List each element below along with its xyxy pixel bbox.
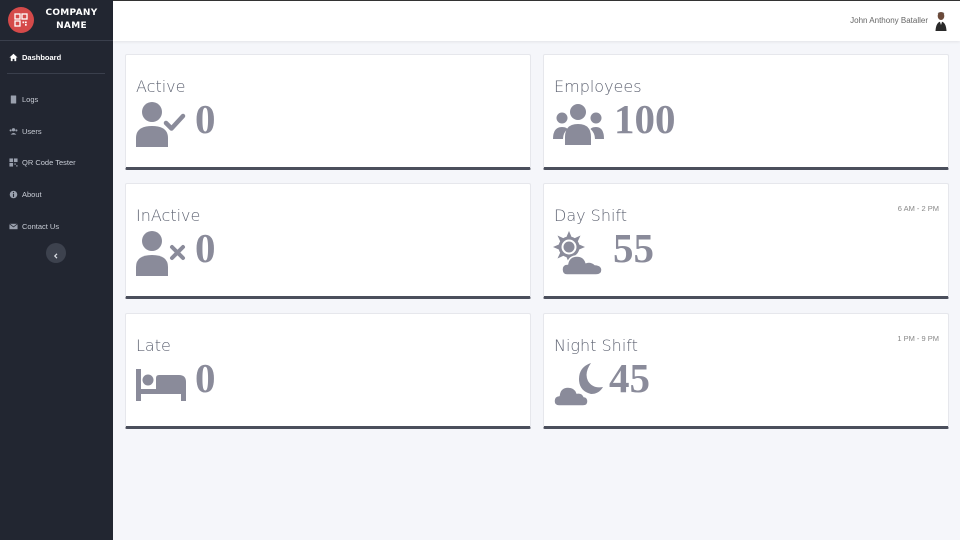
qr-code-icon — [9, 158, 18, 167]
sidebar: COMPANY NAME Dashboard Logs Users QR Cod… — [0, 0, 113, 540]
file-icon — [9, 95, 18, 104]
chevron-left-icon — [53, 244, 59, 263]
sidebar-item-label: QR Code Tester — [22, 158, 76, 167]
sidebar-item-users[interactable]: Users — [9, 127, 42, 136]
card-inactive: InActive 0 — [125, 183, 531, 299]
users-icon — [9, 127, 18, 136]
sidebar-item-label: About — [22, 190, 42, 199]
card-value: 55 — [613, 225, 654, 271]
shift-time: 6 AM - 2 PM — [897, 204, 939, 213]
card-title: Night Shift — [554, 336, 638, 355]
card-title: Day Shift — [554, 206, 628, 225]
qr-code-icon — [8, 7, 34, 33]
card-title: Late — [136, 336, 171, 355]
card-value: 100 — [614, 96, 676, 142]
card-day-shift: Day Shift 6 AM - 2 PM 55 — [543, 183, 949, 299]
users-icon — [553, 101, 605, 149]
envelope-icon — [9, 222, 18, 231]
card-night-shift: Night Shift 1 PM - 9 PM 45 — [543, 313, 949, 429]
card-title: Employees — [554, 77, 642, 96]
sidebar-item-logs[interactable]: Logs — [9, 95, 38, 104]
info-icon — [9, 190, 18, 199]
cloud-sun-icon — [553, 230, 605, 278]
sidebar-collapse-button[interactable] — [46, 243, 66, 263]
avatar[interactable] — [934, 10, 948, 31]
card-employees: Employees 100 — [543, 54, 949, 170]
sidebar-item-qr-code-tester[interactable]: QR Code Tester — [9, 158, 76, 167]
sidebar-item-label: Logs — [22, 95, 39, 104]
card-late: Late 0 — [125, 313, 531, 429]
sidebar-item-label: Contact Us — [22, 222, 60, 231]
card-title: Active — [136, 77, 186, 96]
company-name-line1: COMPANY — [45, 8, 98, 18]
company-name: COMPANY NAME — [34, 7, 113, 33]
sidebar-item-about[interactable]: About — [9, 190, 42, 199]
company-name-line2: NAME — [56, 21, 87, 31]
sidebar-item-dashboard[interactable]: Dashboard — [9, 53, 61, 62]
user-menu[interactable]: John Anthony Bataller — [850, 10, 948, 31]
sidebar-divider — [7, 73, 105, 74]
topbar: John Anthony Bataller — [113, 0, 960, 41]
shift-time: 1 PM - 9 PM — [897, 334, 939, 343]
card-title: InActive — [136, 206, 201, 225]
card-value: 45 — [609, 355, 650, 401]
sidebar-item-label: Users — [22, 127, 42, 136]
sidebar-item-label: Dashboard — [22, 53, 62, 62]
user-check-icon — [135, 101, 187, 149]
card-value: 0 — [195, 355, 216, 401]
card-value: 0 — [195, 225, 216, 271]
card-active: Active 0 — [125, 54, 531, 170]
bed-icon — [135, 360, 187, 408]
cloud-moon-icon — [553, 360, 605, 408]
sidebar-item-contact-us[interactable]: Contact Us — [9, 222, 59, 231]
card-value: 0 — [195, 96, 216, 142]
user-times-icon — [135, 230, 187, 278]
home-icon — [9, 53, 18, 62]
user-name: John Anthony Bataller — [850, 15, 928, 25]
brand: COMPANY NAME — [0, 0, 113, 41]
